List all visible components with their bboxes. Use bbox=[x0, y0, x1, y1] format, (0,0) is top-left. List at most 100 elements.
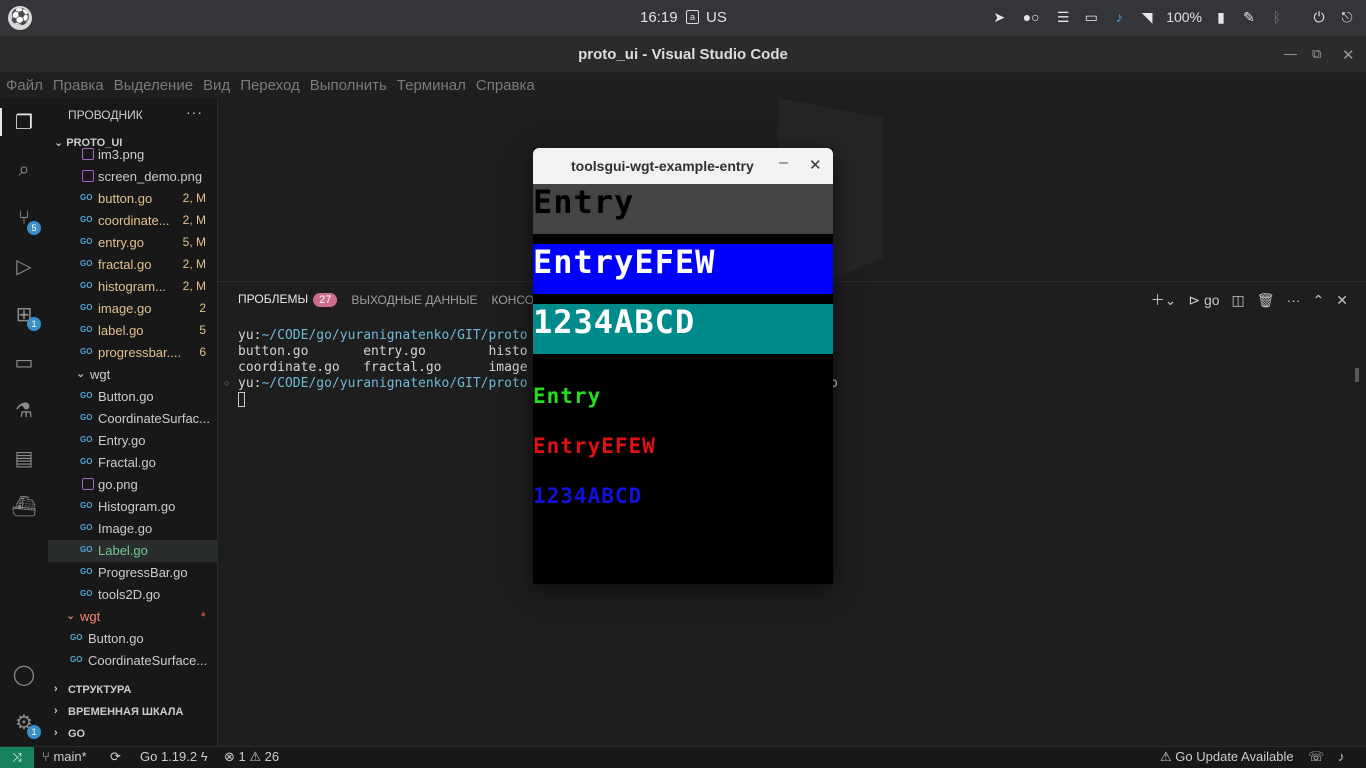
file-item[interactable]: GO tools2D.go bbox=[48, 584, 217, 606]
accounts-icon[interactable]: ◯ bbox=[12, 662, 36, 686]
settings-gear-icon[interactable]: ⚙ 1 bbox=[12, 710, 41, 739]
section-go[interactable]: › GO bbox=[48, 724, 217, 746]
file-item[interactable]: GO Label.go bbox=[48, 540, 217, 562]
shutdown-icon[interactable]: ⎋ bbox=[1338, 8, 1356, 26]
section-outline[interactable]: › СТРУКТУРА bbox=[48, 680, 217, 702]
file-item[interactable]: GO progressbar.... 6 bbox=[48, 342, 217, 364]
go-update-status[interactable]: ⚠ Go Update Available bbox=[1160, 749, 1294, 765]
terminal-shell-selector[interactable]: ⊳ go bbox=[1188, 292, 1219, 309]
more-icon[interactable]: ··· bbox=[1287, 292, 1301, 308]
remote-explorer-icon[interactable]: ▭ bbox=[12, 350, 36, 374]
telegram-icon[interactable]: ➤ bbox=[990, 8, 1008, 26]
entry-text: EntryEFEW bbox=[533, 434, 656, 458]
notebook-icon[interactable]: ▤ bbox=[12, 446, 36, 470]
bluetooth-icon[interactable]: ᛒ bbox=[1268, 8, 1286, 26]
file-item[interactable]: GO Button.go bbox=[48, 628, 217, 650]
split-terminal-icon[interactable]: ◫ bbox=[1232, 292, 1245, 309]
remote-indicator-icon[interactable]: ⤨ bbox=[0, 747, 34, 768]
run-debug-icon[interactable]: ▷ bbox=[12, 254, 36, 278]
close-window-icon[interactable]: ✕ bbox=[1342, 46, 1355, 64]
sync-icon[interactable]: ⟳ bbox=[110, 749, 121, 765]
entry-text: Entry bbox=[533, 183, 635, 221]
file-item[interactable]: go.png bbox=[48, 474, 217, 496]
terminal[interactable]: yu:~/CODE/go/yuranignatenko/GIT/proto bu… bbox=[238, 328, 838, 409]
file-item[interactable]: screen_demo.png bbox=[48, 166, 217, 188]
source-control-icon[interactable]: ⑂ 5 bbox=[12, 206, 41, 235]
menu-terminal[interactable]: Терминал bbox=[397, 77, 466, 94]
app-menu-icon[interactable]: ⚽ bbox=[8, 6, 32, 30]
folder-item[interactable]: ⌄ wgt bbox=[48, 364, 217, 386]
file-item[interactable]: GO label.go 5 bbox=[48, 320, 217, 342]
more-actions-icon[interactable]: ··· bbox=[186, 104, 203, 120]
file-name: fractal.go bbox=[98, 257, 152, 272]
tools-icon[interactable]: ✎ bbox=[1240, 8, 1258, 26]
terminal-decoration-icon: ○ bbox=[224, 378, 230, 388]
file-item[interactable]: GO Button.go bbox=[48, 386, 217, 408]
wifi-icon[interactable]: ◥ bbox=[1138, 8, 1156, 26]
file-item[interactable]: GO entry.go 5, M bbox=[48, 232, 217, 254]
problems-status[interactable]: ⊗ 1 ⚠ 26 bbox=[224, 749, 279, 765]
menu-go[interactable]: Переход bbox=[240, 77, 300, 94]
menu-edit[interactable]: Правка bbox=[53, 77, 104, 94]
keyboard-icon: a bbox=[686, 10, 699, 24]
close-panel-icon[interactable]: ✕ bbox=[1336, 292, 1348, 309]
entry-field[interactable]: Entry bbox=[533, 184, 833, 234]
app-window-titlebar[interactable]: toolsgui-wgt-example-entry – ✕ bbox=[533, 148, 833, 184]
file-item[interactable]: GO CoordinateSurfac... bbox=[48, 408, 217, 430]
entry-field[interactable]: 1234ABCD bbox=[533, 476, 833, 516]
kill-terminal-icon[interactable]: 🗑 bbox=[1257, 292, 1275, 309]
branch-status[interactable]: ⑂ main* bbox=[42, 749, 87, 764]
file-item[interactable]: GO CoordinateSurface... bbox=[48, 650, 217, 672]
file-item[interactable]: GO button.go 2, M bbox=[48, 188, 217, 210]
entry-field[interactable]: 1234ABCD bbox=[533, 304, 833, 354]
menu-view[interactable]: Вид bbox=[203, 77, 230, 94]
file-item[interactable]: GO coordinate... 2, M bbox=[48, 210, 217, 232]
app-minimize-icon[interactable]: – bbox=[779, 154, 788, 172]
maximize-panel-icon[interactable]: ⌃ bbox=[1313, 292, 1325, 309]
file-item[interactable]: im3.png bbox=[48, 144, 217, 166]
extensions-icon[interactable]: ⊞ 1 bbox=[12, 302, 41, 331]
file-item[interactable]: GO Image.go bbox=[48, 518, 217, 540]
file-item[interactable]: GO histogram... 2, M bbox=[48, 276, 217, 298]
menu-run[interactable]: Выполнить bbox=[310, 77, 387, 94]
terminal-scrollbar[interactable] bbox=[1355, 368, 1359, 382]
folder-item[interactable]: ⌄ wgt ● bbox=[48, 606, 217, 628]
file-item[interactable]: GO Entry.go bbox=[48, 430, 217, 452]
entry-field[interactable]: EntryEFEW bbox=[533, 426, 833, 466]
notifications-bell-icon[interactable]: ♪ bbox=[1338, 749, 1345, 764]
entry-field[interactable]: Entry bbox=[533, 376, 833, 416]
file-item[interactable]: GO ProgressBar.go bbox=[48, 562, 217, 584]
entry-field[interactable]: EntryEFEW bbox=[533, 244, 833, 294]
testing-icon[interactable]: ⚗ bbox=[12, 398, 36, 422]
file-item[interactable]: GO Histogram.go bbox=[48, 496, 217, 518]
file-item[interactable]: GO fractal.go 2, M bbox=[48, 254, 217, 276]
app-close-icon[interactable]: ✕ bbox=[809, 156, 822, 174]
power-icon[interactable]: ⏻ bbox=[1310, 8, 1328, 26]
menu-selection[interactable]: Выделение bbox=[114, 77, 193, 94]
docker-icon[interactable]: ⛴ bbox=[11, 494, 36, 518]
notification-bell-icon[interactable]: ♪ bbox=[1110, 8, 1128, 26]
file-name: CoordinateSurfac... bbox=[98, 411, 211, 426]
record-toggle-icon[interactable]: ●○ bbox=[1018, 8, 1044, 26]
feedback-icon[interactable]: ☏ bbox=[1308, 749, 1324, 765]
explorer-icon[interactable]: ❐ bbox=[12, 110, 36, 134]
menu-help[interactable]: Справка bbox=[476, 77, 535, 94]
image-file-icon bbox=[82, 170, 94, 182]
go-file-icon: GO bbox=[70, 655, 83, 664]
menu-file[interactable]: Файл bbox=[6, 77, 43, 94]
go-version[interactable]: Go 1.19.2 ϟ bbox=[140, 749, 208, 764]
menu-list-icon[interactable]: ☰ bbox=[1054, 8, 1072, 26]
folder-icon[interactable]: ▭ bbox=[1082, 8, 1100, 26]
minimize-window-icon[interactable]: — bbox=[1284, 46, 1297, 61]
tab-output[interactable]: ВЫХОДНЫЕ ДАННЫЕ bbox=[351, 293, 477, 307]
section-timeline[interactable]: › ВРЕМЕННАЯ ШКАЛА bbox=[48, 702, 217, 724]
keyboard-layout[interactable]: US bbox=[706, 9, 727, 26]
battery-icon[interactable]: ▮ bbox=[1212, 8, 1230, 26]
clock[interactable]: 16:19 bbox=[640, 9, 678, 26]
file-item[interactable]: GO image.go 2 bbox=[48, 298, 217, 320]
restore-window-icon[interactable]: ⧉ bbox=[1312, 46, 1321, 62]
file-item[interactable]: GO Fractal.go bbox=[48, 452, 217, 474]
tab-problems[interactable]: ПРОБЛЕМЫ 27 bbox=[238, 292, 338, 307]
new-terminal-icon[interactable]: ＋⌄ bbox=[1151, 290, 1177, 310]
search-icon[interactable]: ⌕ bbox=[12, 158, 36, 182]
